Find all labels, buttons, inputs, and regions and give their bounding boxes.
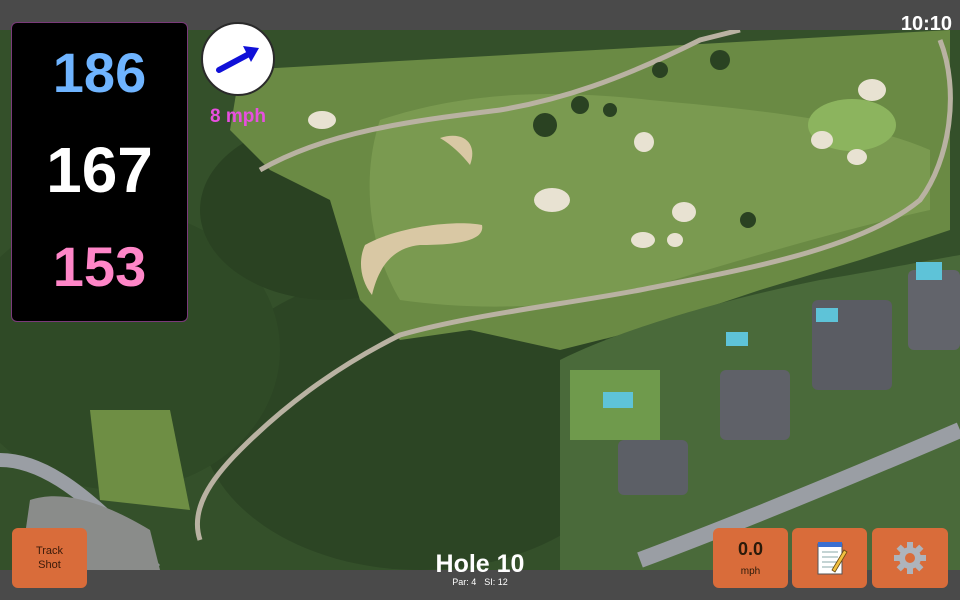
- middle-distance: 167: [46, 134, 153, 206]
- back-distance: 186: [52, 41, 147, 104]
- hole-stroke-index: SI: 12: [484, 577, 508, 587]
- wind-direction-arrow-icon: [216, 46, 259, 73]
- hole-par: Par: 4: [452, 577, 477, 587]
- track-shot-label-line1: Track: [35, 545, 64, 557]
- front-distance: 153: [52, 235, 147, 298]
- speed-unit: mph: [740, 566, 761, 577]
- speed-button[interactable]: 0.0 mph: [713, 528, 788, 588]
- wind-speed: 8 mph: [210, 106, 266, 127]
- speed-value: 0.0: [737, 539, 764, 559]
- gear-icon: [894, 542, 926, 574]
- wind-direction-indicator: [201, 22, 275, 96]
- track-shot-button[interactable]: Track Shot: [12, 528, 87, 588]
- notes-button[interactable]: [792, 528, 867, 588]
- hole-meta: Par: 4 SI: 12: [380, 577, 580, 587]
- track-shot-label-line2: Shot: [38, 559, 61, 571]
- status-time: 10:10: [900, 13, 952, 35]
- distance-panel: 186 167 153: [11, 22, 188, 322]
- notepad-icon: [817, 542, 848, 575]
- settings-button[interactable]: [872, 528, 948, 588]
- hole-title: Hole 10: [435, 550, 525, 578]
